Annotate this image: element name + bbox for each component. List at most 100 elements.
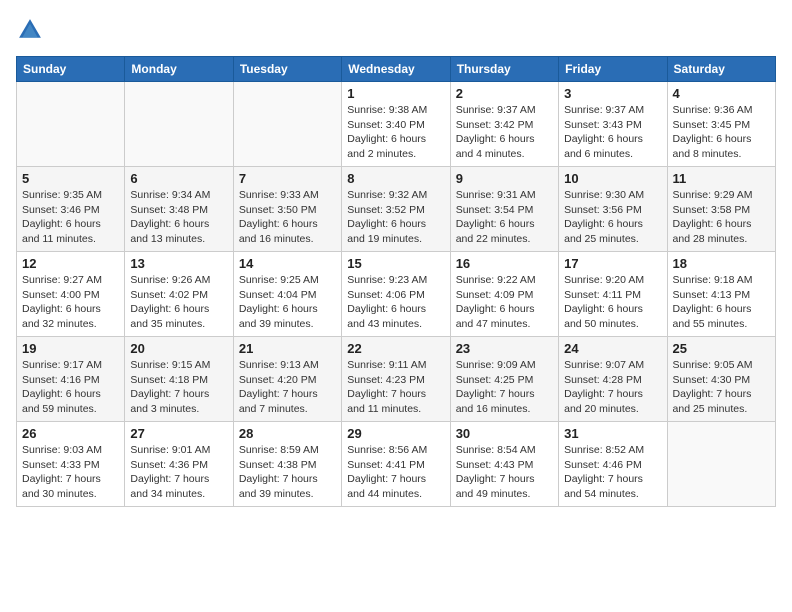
day-info: Sunrise: 9:17 AM Sunset: 4:16 PM Dayligh… bbox=[22, 358, 119, 417]
weekday-header-monday: Monday bbox=[125, 57, 233, 82]
day-cell: 14Sunrise: 9:25 AM Sunset: 4:04 PM Dayli… bbox=[233, 252, 341, 337]
day-info: Sunrise: 9:38 AM Sunset: 3:40 PM Dayligh… bbox=[347, 103, 444, 162]
day-info: Sunrise: 9:18 AM Sunset: 4:13 PM Dayligh… bbox=[673, 273, 770, 332]
day-cell: 1 Sunrise: 9:38 AM Sunset: 3:40 PM Daylig… bbox=[342, 82, 450, 167]
day-info: Sunrise: 9:26 AM Sunset: 4:02 PM Dayligh… bbox=[130, 273, 227, 332]
day-cell: 21 Sunrise: 9:13 AM Sunset: 4:20 PM Dayli… bbox=[233, 337, 341, 422]
day-number: 2 bbox=[456, 86, 553, 101]
day-cell bbox=[125, 82, 233, 167]
weekday-header-thursday: Thursday bbox=[450, 57, 558, 82]
day-number: 18 bbox=[673, 256, 770, 271]
day-cell: 22Sunrise: 9:11 AM Sunset: 4:23 PM Dayli… bbox=[342, 337, 450, 422]
day-cell: 15 Sunrise: 9:23 AM Sunset: 4:06 PM Dayli… bbox=[342, 252, 450, 337]
day-info: Sunrise: 9:13 AM Sunset: 4:20 PM Dayligh… bbox=[239, 358, 336, 417]
weekday-header-tuesday: Tuesday bbox=[233, 57, 341, 82]
day-info: Sunrise: 9:37 AM Sunset: 3:42 PM Dayligh… bbox=[456, 103, 553, 162]
day-number: 23 bbox=[456, 341, 553, 356]
day-number: 3 bbox=[564, 86, 661, 101]
day-cell bbox=[667, 422, 775, 507]
week-row-2: 5 Sunrise: 9:35 AM Sunset: 3:46 PM Daylig… bbox=[17, 167, 776, 252]
day-number: 4 bbox=[673, 86, 770, 101]
page-header bbox=[16, 16, 776, 44]
day-cell: 12Sunrise: 9:27 AM Sunset: 4:00 PM Dayli… bbox=[17, 252, 125, 337]
day-cell bbox=[17, 82, 125, 167]
day-info: Sunrise: 9:34 AM Sunset: 3:48 PM Dayligh… bbox=[130, 188, 227, 247]
day-number: 21 bbox=[239, 341, 336, 356]
day-cell: 7 Sunrise: 9:33 AM Sunset: 3:50 PM Daylig… bbox=[233, 167, 341, 252]
day-number: 19 bbox=[22, 341, 119, 356]
day-cell: 18 Sunrise: 9:18 AM Sunset: 4:13 PM Dayli… bbox=[667, 252, 775, 337]
day-info: Sunrise: 9:20 AM Sunset: 4:11 PM Dayligh… bbox=[564, 273, 661, 332]
day-number: 12 bbox=[22, 256, 119, 271]
day-cell: 25 Sunrise: 9:05 AM Sunset: 4:30 PM Dayli… bbox=[667, 337, 775, 422]
day-info: Sunrise: 9:11 AM Sunset: 4:23 PM Dayligh… bbox=[347, 358, 444, 417]
logo-icon bbox=[16, 16, 44, 44]
week-row-4: 19 Sunrise: 9:17 AM Sunset: 4:16 PM Dayli… bbox=[17, 337, 776, 422]
day-cell: 26 Sunrise: 9:03 AM Sunset: 4:33 PM Dayli… bbox=[17, 422, 125, 507]
day-cell: 5 Sunrise: 9:35 AM Sunset: 3:46 PM Daylig… bbox=[17, 167, 125, 252]
day-number: 5 bbox=[22, 171, 119, 186]
day-number: 9 bbox=[456, 171, 553, 186]
day-number: 28 bbox=[239, 426, 336, 441]
day-info: Sunrise: 9:30 AM Sunset: 3:56 PM Dayligh… bbox=[564, 188, 661, 247]
weekday-header-row: SundayMondayTuesdayWednesdayThursdayFrid… bbox=[17, 57, 776, 82]
day-cell: 31 Sunrise: 8:52 AM Sunset: 4:46 PM Dayli… bbox=[559, 422, 667, 507]
day-info: Sunrise: 9:32 AM Sunset: 3:52 PM Dayligh… bbox=[347, 188, 444, 247]
weekday-header-friday: Friday bbox=[559, 57, 667, 82]
day-info: Sunrise: 8:52 AM Sunset: 4:46 PM Dayligh… bbox=[564, 443, 661, 502]
day-info: Sunrise: 9:29 AM Sunset: 3:58 PM Dayligh… bbox=[673, 188, 770, 247]
day-cell: 24Sunrise: 9:07 AM Sunset: 4:28 PM Dayli… bbox=[559, 337, 667, 422]
day-info: Sunrise: 9:09 AM Sunset: 4:25 PM Dayligh… bbox=[456, 358, 553, 417]
day-number: 29 bbox=[347, 426, 444, 441]
day-number: 26 bbox=[22, 426, 119, 441]
day-cell: 29 Sunrise: 8:56 AM Sunset: 4:41 PM Dayli… bbox=[342, 422, 450, 507]
day-number: 31 bbox=[564, 426, 661, 441]
day-cell: 17 Sunrise: 9:20 AM Sunset: 4:11 PM Dayli… bbox=[559, 252, 667, 337]
calendar-table: SundayMondayTuesdayWednesdayThursdayFrid… bbox=[16, 56, 776, 507]
day-number: 27 bbox=[130, 426, 227, 441]
day-info: Sunrise: 8:59 AM Sunset: 4:38 PM Dayligh… bbox=[239, 443, 336, 502]
day-number: 30 bbox=[456, 426, 553, 441]
day-cell: 27Sunrise: 9:01 AM Sunset: 4:36 PM Dayli… bbox=[125, 422, 233, 507]
day-number: 6 bbox=[130, 171, 227, 186]
day-number: 17 bbox=[564, 256, 661, 271]
day-cell: 11 Sunrise: 9:29 AM Sunset: 3:58 PM Dayli… bbox=[667, 167, 775, 252]
day-info: Sunrise: 9:23 AM Sunset: 4:06 PM Dayligh… bbox=[347, 273, 444, 332]
day-info: Sunrise: 9:33 AM Sunset: 3:50 PM Dayligh… bbox=[239, 188, 336, 247]
day-number: 14 bbox=[239, 256, 336, 271]
day-number: 25 bbox=[673, 341, 770, 356]
day-info: Sunrise: 9:31 AM Sunset: 3:54 PM Dayligh… bbox=[456, 188, 553, 247]
day-cell: 23 Sunrise: 9:09 AM Sunset: 4:25 PM Dayli… bbox=[450, 337, 558, 422]
day-number: 1 bbox=[347, 86, 444, 101]
day-info: Sunrise: 9:22 AM Sunset: 4:09 PM Dayligh… bbox=[456, 273, 553, 332]
day-number: 24 bbox=[564, 341, 661, 356]
day-cell: 30Sunrise: 8:54 AM Sunset: 4:43 PM Dayli… bbox=[450, 422, 558, 507]
day-cell: 6 Sunrise: 9:34 AM Sunset: 3:48 PM Daylig… bbox=[125, 167, 233, 252]
weekday-header-wednesday: Wednesday bbox=[342, 57, 450, 82]
week-row-3: 12Sunrise: 9:27 AM Sunset: 4:00 PM Dayli… bbox=[17, 252, 776, 337]
day-number: 7 bbox=[239, 171, 336, 186]
day-cell: 10 Sunrise: 9:30 AM Sunset: 3:56 PM Dayli… bbox=[559, 167, 667, 252]
day-info: Sunrise: 9:36 AM Sunset: 3:45 PM Dayligh… bbox=[673, 103, 770, 162]
day-number: 16 bbox=[456, 256, 553, 271]
day-cell bbox=[233, 82, 341, 167]
day-cell: 2 Sunrise: 9:37 AM Sunset: 3:42 PM Daylig… bbox=[450, 82, 558, 167]
day-cell: 4 Sunrise: 9:36 AM Sunset: 3:45 PM Daylig… bbox=[667, 82, 775, 167]
day-number: 10 bbox=[564, 171, 661, 186]
day-info: Sunrise: 9:35 AM Sunset: 3:46 PM Dayligh… bbox=[22, 188, 119, 247]
day-info: Sunrise: 9:03 AM Sunset: 4:33 PM Dayligh… bbox=[22, 443, 119, 502]
day-cell: 9 Sunrise: 9:31 AM Sunset: 3:54 PM Daylig… bbox=[450, 167, 558, 252]
day-cell: 3Sunrise: 9:37 AM Sunset: 3:43 PM Daylig… bbox=[559, 82, 667, 167]
day-number: 11 bbox=[673, 171, 770, 186]
day-number: 20 bbox=[130, 341, 227, 356]
day-number: 15 bbox=[347, 256, 444, 271]
day-info: Sunrise: 8:56 AM Sunset: 4:41 PM Dayligh… bbox=[347, 443, 444, 502]
weekday-header-saturday: Saturday bbox=[667, 57, 775, 82]
day-number: 8 bbox=[347, 171, 444, 186]
day-cell: 16 Sunrise: 9:22 AM Sunset: 4:09 PM Dayli… bbox=[450, 252, 558, 337]
day-cell: 13Sunrise: 9:26 AM Sunset: 4:02 PM Dayli… bbox=[125, 252, 233, 337]
day-cell: 28 Sunrise: 8:59 AM Sunset: 4:38 PM Dayli… bbox=[233, 422, 341, 507]
week-row-1: 1 Sunrise: 9:38 AM Sunset: 3:40 PM Daylig… bbox=[17, 82, 776, 167]
day-cell: 8 Sunrise: 9:32 AM Sunset: 3:52 PM Daylig… bbox=[342, 167, 450, 252]
day-info: Sunrise: 9:05 AM Sunset: 4:30 PM Dayligh… bbox=[673, 358, 770, 417]
